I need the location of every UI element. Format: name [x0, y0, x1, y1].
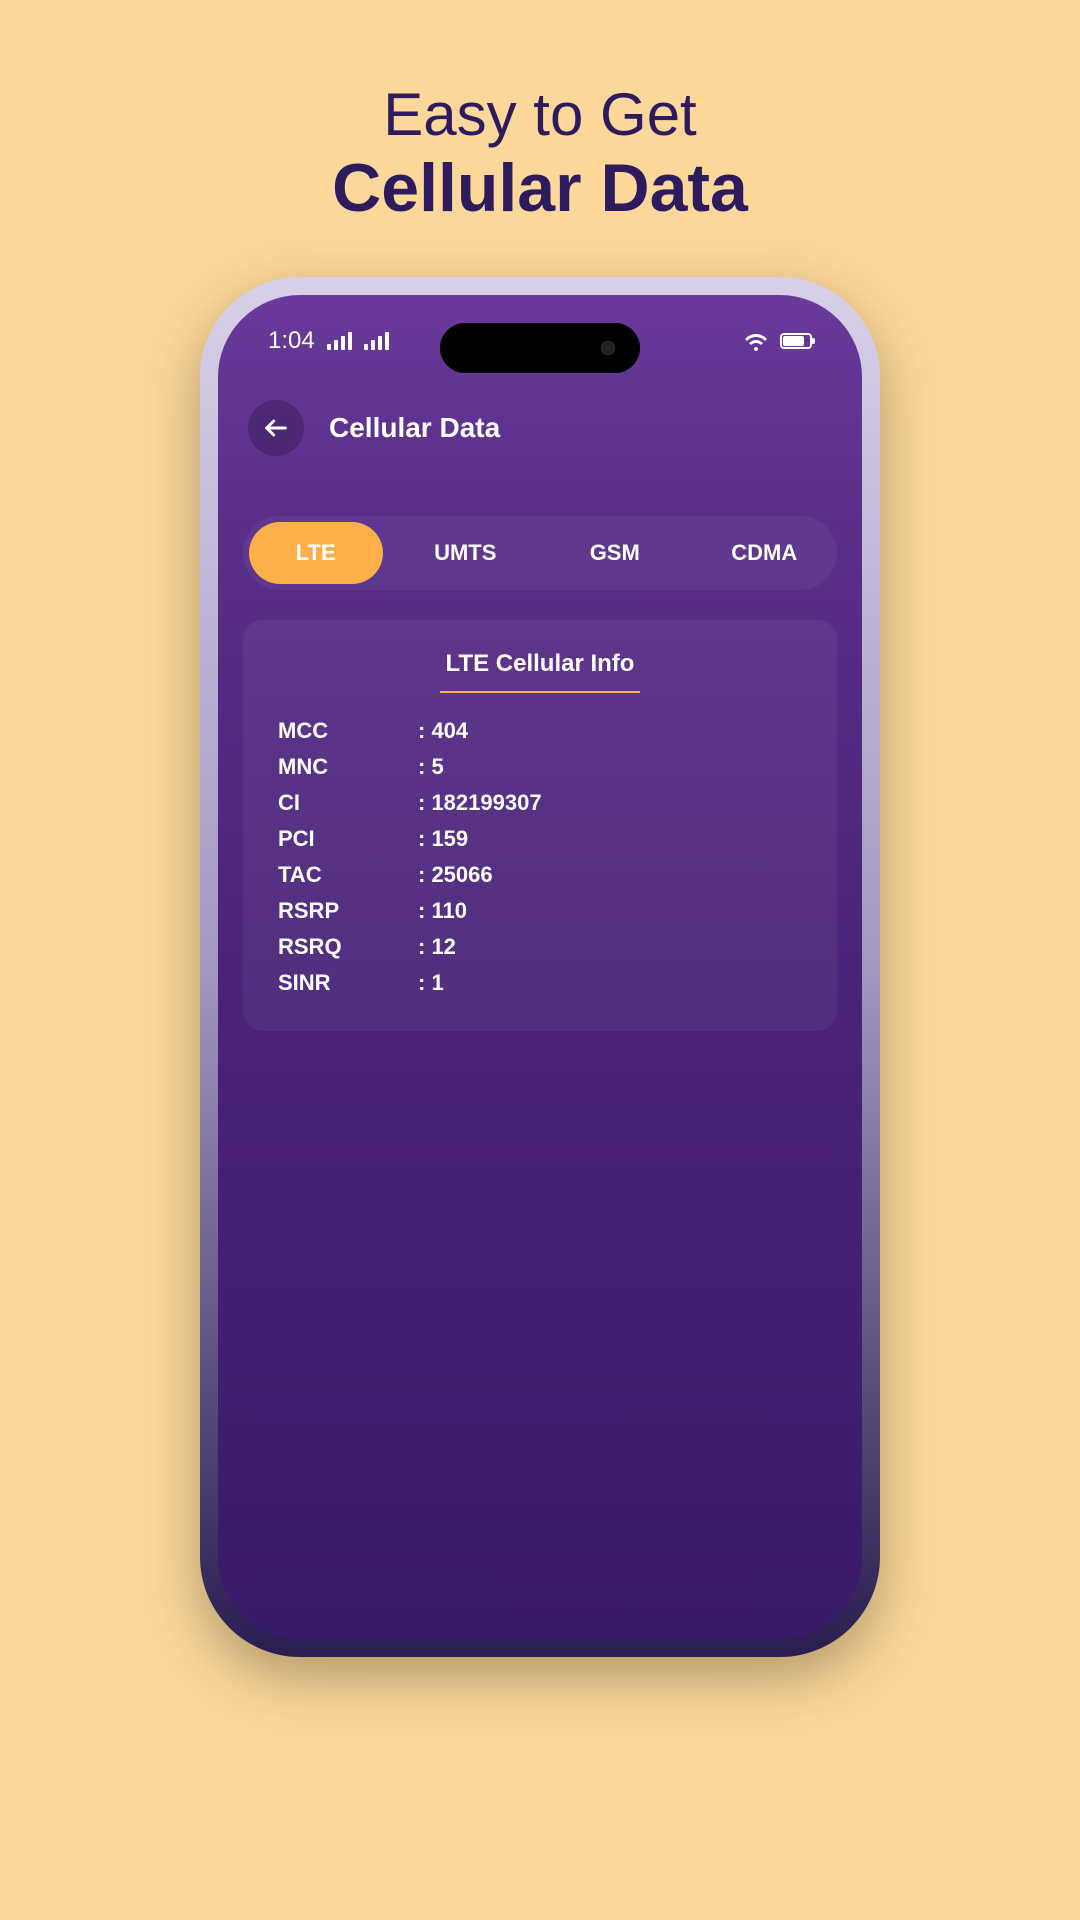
heading-line2: Cellular Data — [332, 149, 748, 227]
tab-lte[interactable]: LTE — [249, 522, 383, 584]
info-value-mcc: : 404 — [418, 718, 802, 744]
battery-icon — [780, 333, 812, 349]
info-value-rsrq: : 12 — [418, 934, 802, 960]
info-card: LTE Cellular Info MCC : 404 MNC : 5 CI :… — [243, 620, 837, 1031]
wifi-icon — [744, 331, 768, 351]
info-row: TAC : 25066 — [278, 862, 802, 888]
tab-umts[interactable]: UMTS — [399, 522, 533, 584]
info-key-tac: TAC — [278, 862, 418, 888]
notch-camera — [601, 341, 615, 355]
info-value-sinr: : 1 — [418, 970, 802, 996]
page-heading: Easy to Get Cellular Data — [332, 80, 748, 227]
info-rows: MCC : 404 MNC : 5 CI : 182199307 PCI : 1… — [278, 718, 802, 996]
info-value-pci: : 159 — [418, 826, 802, 852]
info-key-mnc: MNC — [278, 754, 418, 780]
phone-frame: 1:04 — [200, 277, 880, 1657]
info-row: SINR : 1 — [278, 970, 802, 996]
status-time: 1:04 — [268, 327, 315, 355]
info-row: PCI : 159 — [278, 826, 802, 852]
phone-notch — [440, 323, 640, 373]
info-row: RSRP : 110 — [278, 898, 802, 924]
tab-gsm[interactable]: GSM — [548, 522, 682, 584]
app-title: Cellular Data — [329, 412, 500, 444]
signal-bars-icon — [364, 332, 389, 350]
status-right — [744, 331, 812, 351]
info-row: CI : 182199307 — [278, 790, 802, 816]
info-value-mnc: : 5 — [418, 754, 802, 780]
tabs-container: LTE UMTS GSM CDMA — [243, 516, 837, 590]
info-key-rsrq: RSRQ — [278, 934, 418, 960]
arrow-left-icon — [262, 414, 290, 442]
heading-line1: Easy to Get — [332, 80, 748, 149]
info-row: RSRQ : 12 — [278, 934, 802, 960]
status-left: 1:04 — [268, 327, 389, 355]
info-row: MCC : 404 — [278, 718, 802, 744]
info-key-pci: PCI — [278, 826, 418, 852]
tab-cdma[interactable]: CDMA — [698, 522, 832, 584]
info-value-rsrp: : 110 — [418, 898, 802, 924]
info-key-mcc: MCC — [278, 718, 418, 744]
info-row: MNC : 5 — [278, 754, 802, 780]
back-button[interactable] — [248, 400, 304, 456]
info-value-tac: : 25066 — [418, 862, 802, 888]
card-title: LTE Cellular Info — [278, 650, 802, 693]
signal-bars-icon — [327, 332, 352, 350]
info-key-sinr: SINR — [278, 970, 418, 996]
info-key-ci: CI — [278, 790, 418, 816]
info-value-ci: : 182199307 — [418, 790, 802, 816]
phone-screen: 1:04 — [218, 295, 862, 1639]
info-key-rsrp: RSRP — [278, 898, 418, 924]
app-header: Cellular Data — [218, 355, 862, 486]
